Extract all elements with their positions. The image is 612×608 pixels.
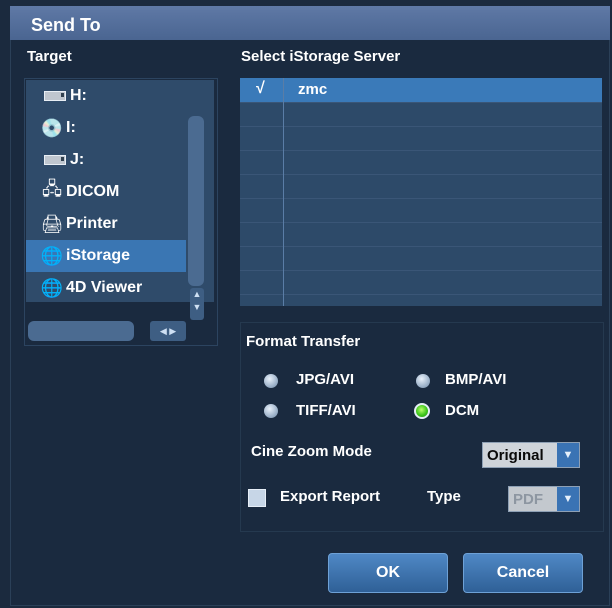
target-item-i[interactable]: 💿 I: bbox=[26, 112, 186, 144]
export-report-label: Export Report bbox=[280, 488, 381, 505]
column-divider bbox=[283, 78, 284, 306]
format-label: Format Transfer bbox=[246, 333, 361, 350]
chevron-down-icon: ▼ bbox=[557, 443, 579, 467]
target-scroll-leftright-button[interactable]: ◀ ▶ bbox=[150, 321, 186, 341]
server-row-empty[interactable] bbox=[240, 222, 602, 247]
target-label: Target bbox=[27, 48, 72, 65]
server-row-empty[interactable] bbox=[240, 174, 602, 199]
target-item-label: I: bbox=[66, 119, 76, 136]
ok-button[interactable]: OK bbox=[328, 553, 448, 593]
usb-drive-icon bbox=[44, 91, 66, 101]
radio-jpg-avi[interactable] bbox=[264, 374, 278, 388]
server-row-empty[interactable] bbox=[240, 102, 602, 127]
target-item-istorage[interactable]: 🌐 iStorage bbox=[26, 240, 186, 272]
server-label: Select iStorage Server bbox=[241, 48, 401, 65]
server-row[interactable]: √ zmc bbox=[240, 78, 602, 103]
export-report-checkbox[interactable] bbox=[248, 489, 266, 507]
target-item-printer[interactable]: 🖨 Printer bbox=[26, 208, 186, 240]
option-bmp-avi-label: BMP/AVI bbox=[445, 371, 507, 388]
target-item-j[interactable]: J: bbox=[26, 144, 186, 176]
target-list: H: 💿 I: J: 🖧 DICOM 🖨 Printer 🌐 iStorage … bbox=[26, 80, 214, 302]
dvd-drive-icon: 💿 bbox=[40, 117, 64, 138]
type-value: PDF bbox=[513, 490, 543, 508]
target-item-label: DICOM bbox=[66, 183, 120, 200]
target-scroll-updown-button[interactable]: ▲ ▼ bbox=[190, 288, 204, 320]
server-row-empty[interactable] bbox=[240, 126, 602, 151]
target-item-label: J: bbox=[70, 151, 85, 168]
radio-bmp-avi[interactable] bbox=[416, 374, 430, 388]
target-item-dicom[interactable]: 🖧 DICOM bbox=[26, 176, 186, 208]
cine-zoom-value: Original bbox=[487, 446, 544, 464]
option-dcm-label: DCM bbox=[445, 402, 480, 419]
option-tiff-avi-label: TIFF/AVI bbox=[296, 402, 356, 419]
target-item-4d-viewer[interactable]: 🌐 4D Viewer bbox=[26, 272, 186, 304]
radio-tiff-avi[interactable] bbox=[264, 404, 278, 418]
cine-zoom-select[interactable]: Original ▼ bbox=[482, 442, 580, 468]
target-item-label: H: bbox=[70, 87, 87, 104]
dicom-network-icon: 🖧 bbox=[41, 179, 63, 199]
server-row-empty[interactable] bbox=[240, 246, 602, 271]
istorage-icon: 🌐 bbox=[40, 245, 64, 266]
4d-viewer-icon: 🌐 bbox=[40, 277, 64, 298]
server-row-empty[interactable] bbox=[240, 270, 602, 295]
option-jpg-avi-label: JPG/AVI bbox=[296, 371, 355, 388]
dialog-title: Send To bbox=[31, 15, 101, 35]
printer-icon: 🖨 bbox=[40, 213, 64, 234]
target-horizontal-scrollbar[interactable] bbox=[28, 321, 134, 341]
target-item-label: iStorage bbox=[66, 247, 131, 264]
server-name: zmc bbox=[298, 81, 328, 98]
target-item-label: Printer bbox=[66, 215, 118, 232]
server-table: √ zmc bbox=[240, 78, 602, 306]
server-row-empty[interactable] bbox=[240, 150, 602, 175]
type-select[interactable]: PDF ▼ bbox=[508, 486, 580, 512]
cancel-button[interactable]: Cancel bbox=[463, 553, 583, 593]
server-check: √ bbox=[256, 80, 265, 97]
type-label: Type bbox=[427, 488, 461, 505]
target-item-h[interactable]: H: bbox=[26, 80, 186, 112]
chevron-down-icon: ▼ bbox=[557, 487, 579, 511]
radio-dcm[interactable] bbox=[414, 403, 430, 419]
target-vertical-scrollbar[interactable] bbox=[188, 116, 204, 286]
server-row-empty[interactable] bbox=[240, 198, 602, 223]
target-item-label: 4D Viewer bbox=[66, 279, 143, 296]
cine-zoom-label: Cine Zoom Mode bbox=[251, 443, 372, 460]
usb-drive-icon bbox=[44, 155, 66, 165]
